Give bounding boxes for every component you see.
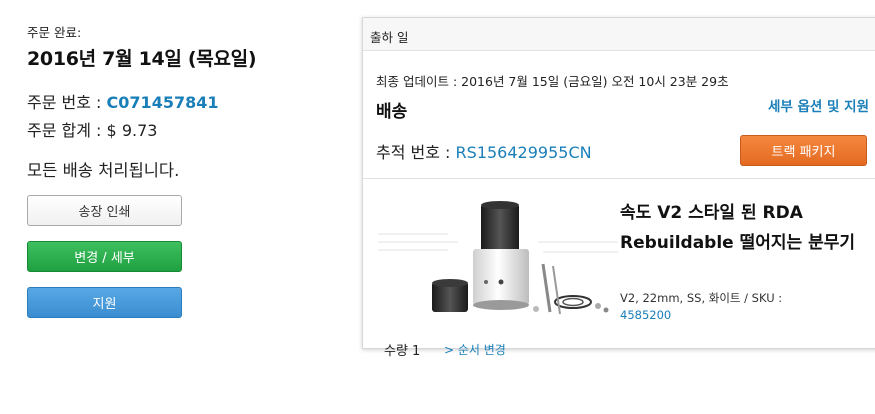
- change-order-link[interactable]: > 순서 변경: [444, 341, 506, 358]
- shipment-header-title: 출하 일: [370, 30, 409, 45]
- shipping-status: 모든 배송 처리됩니다.: [27, 161, 180, 180]
- divider: [363, 178, 875, 179]
- product-variant: V2, 22mm, SS, 화이트 / SKU :: [620, 291, 783, 305]
- last-updated: 최종 업데이트 : 2016년 7월 15일 (금요일) 오전 10시 23분 …: [376, 74, 729, 89]
- order-number[interactable]: C071457841: [107, 93, 219, 112]
- order-total-row: 주문 합계 : $ 9.73: [27, 117, 157, 141]
- order-total-label: 주문 합계 :: [27, 121, 102, 140]
- quantity: 수량 1: [384, 344, 421, 359]
- support-button[interactable]: 지원: [27, 287, 182, 318]
- order-number-label: 주문 번호 :: [27, 93, 102, 112]
- tracking-number-link[interactable]: RS156429955CN: [456, 143, 592, 162]
- track-package-button[interactable]: 트랙 패키지: [740, 135, 867, 166]
- shipment-card-header: 출하 일: [363, 18, 875, 51]
- product-description: V2, 22mm, SS, 화이트 / SKU : 4585200: [620, 290, 860, 324]
- delivery-title: 배송: [376, 102, 408, 122]
- order-total: $ 9.73: [106, 121, 158, 140]
- product-title-link[interactable]: 속도 V2 스타일 된 RDA Rebuildable 떨어지는 분무기: [620, 198, 860, 258]
- order-number-row: 주문 번호 : C071457841: [27, 89, 218, 113]
- change-details-button[interactable]: 변경 / 세부: [27, 241, 182, 272]
- sku-link[interactable]: 4585200: [620, 308, 671, 322]
- details-support-link[interactable]: 세부 옵션 및 지원: [768, 95, 869, 115]
- tracking-row: 추적 번호 : RS156429955CN: [376, 139, 592, 163]
- product-image[interactable]: [378, 194, 618, 324]
- print-invoice-button[interactable]: 송장 인쇄: [27, 195, 182, 226]
- order-date: 2016년 7월 14일 (목요일): [27, 48, 257, 70]
- order-date-label: 주문 완료:: [27, 25, 82, 40]
- shipment-card: 출하 일 최종 업데이트 : 2016년 7월 15일 (금요일) 오전 10시…: [362, 17, 875, 349]
- tracking-label: 추적 번호 :: [376, 143, 451, 162]
